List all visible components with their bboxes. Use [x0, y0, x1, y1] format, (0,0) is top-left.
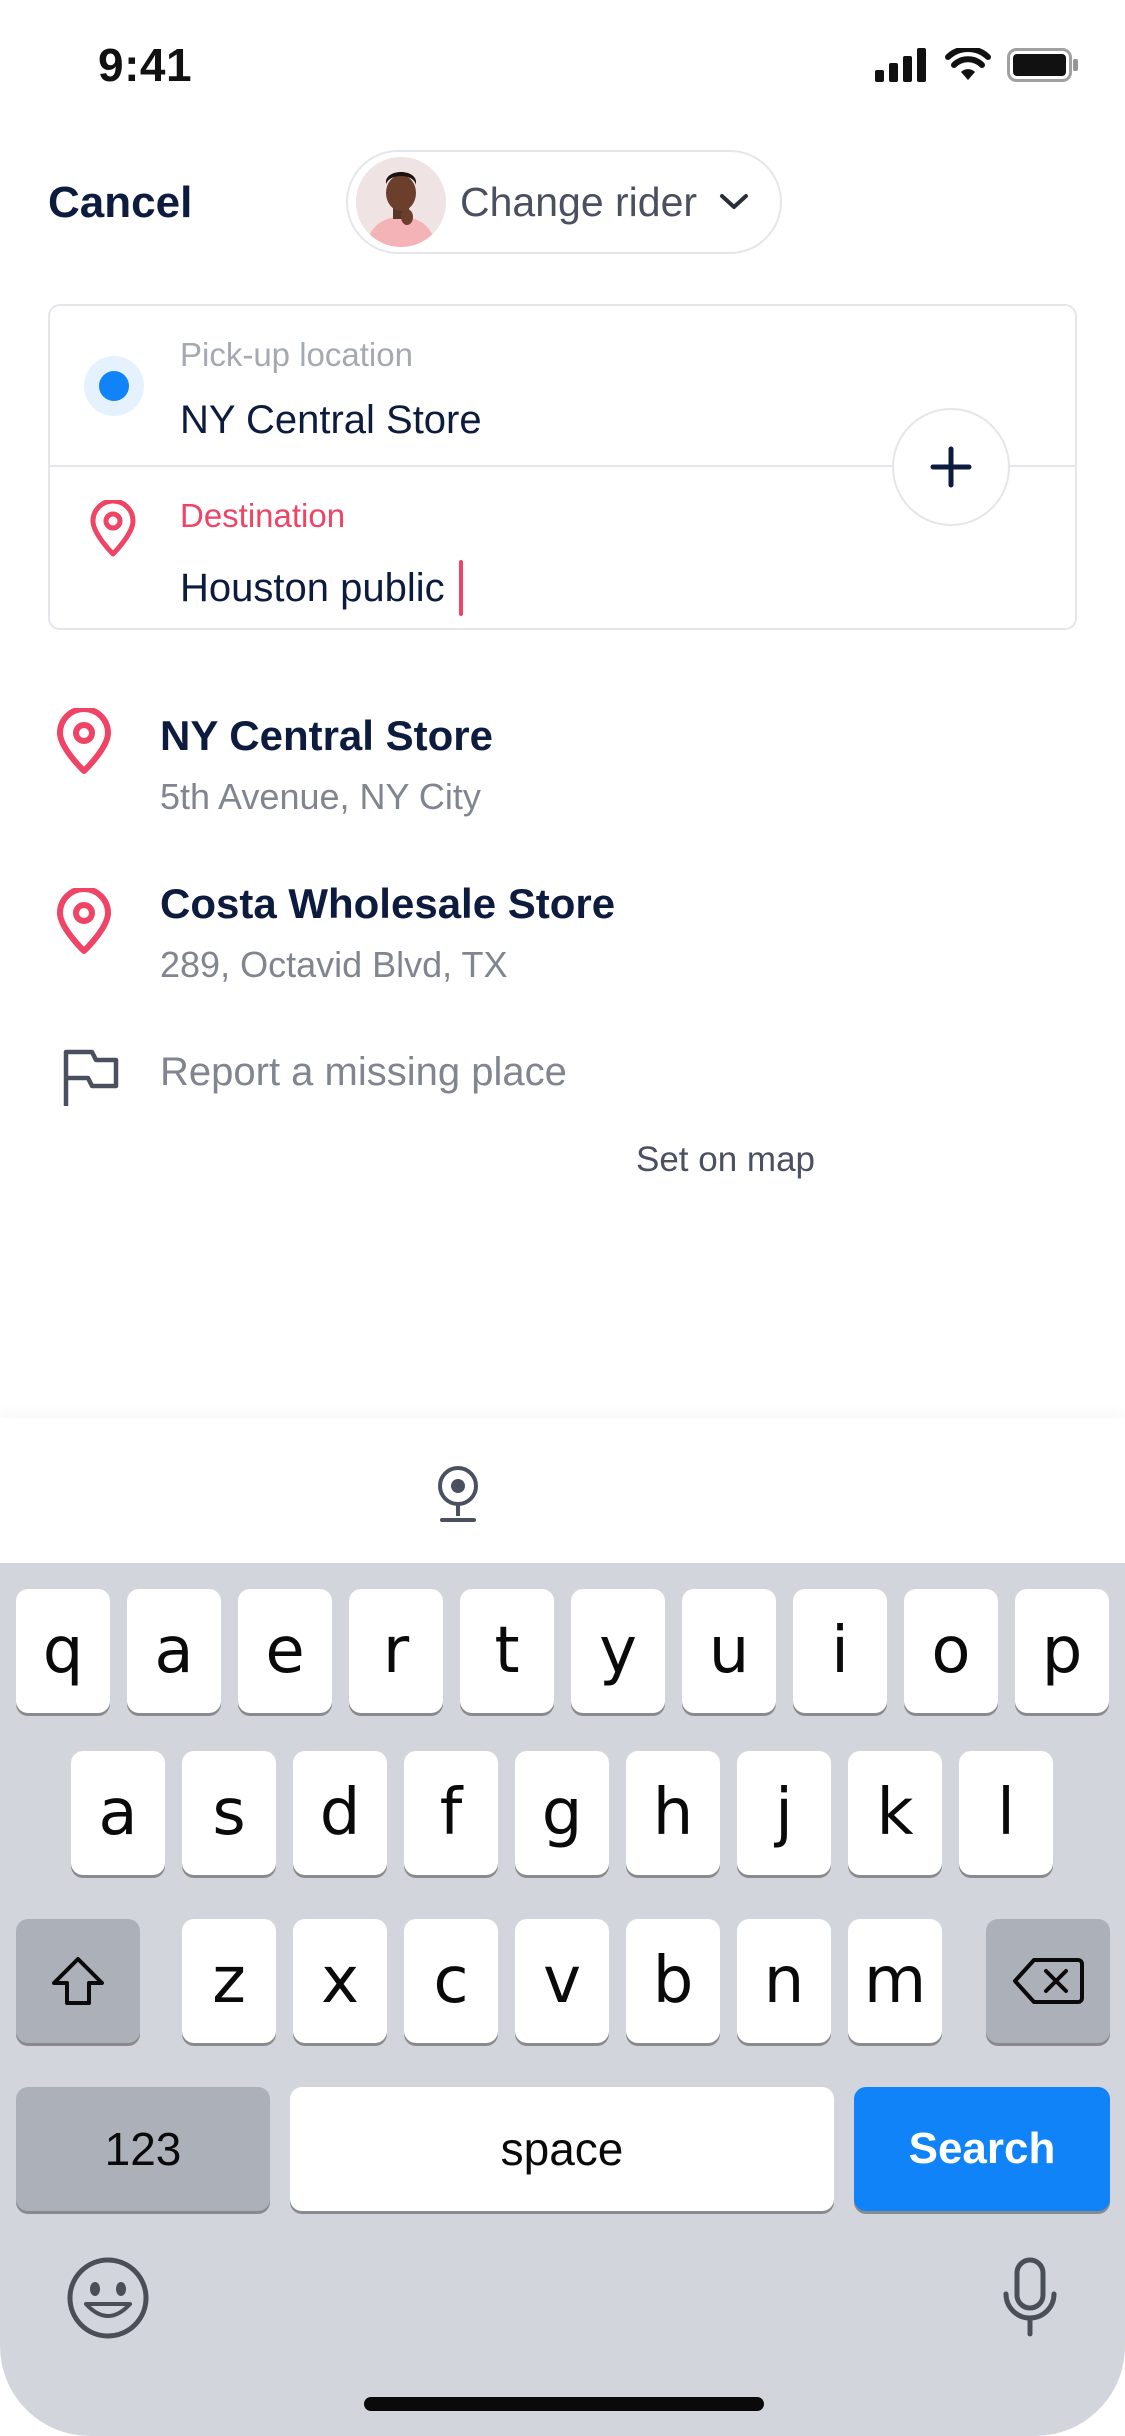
backspace-icon	[1013, 1958, 1084, 2004]
key[interactable]: h	[626, 1751, 720, 1875]
location-pin-icon	[57, 888, 111, 954]
key[interactable]: a	[127, 1589, 221, 1713]
pickup-field[interactable]: NY Central Store	[180, 398, 482, 443]
numbers-key[interactable]: 123	[16, 2087, 270, 2211]
status-icons	[875, 48, 1079, 82]
change-rider-label: Change rider	[460, 178, 698, 225]
key[interactable]: q	[16, 1589, 110, 1713]
key[interactable]: k	[848, 1751, 942, 1875]
key[interactable]: o	[904, 1589, 998, 1713]
key[interactable]: e	[238, 1589, 332, 1713]
key[interactable]: m	[848, 1919, 942, 2043]
plus-icon	[930, 446, 972, 488]
pickup-label: Pick-up location	[180, 336, 413, 373]
destination-label: Destination	[180, 497, 346, 534]
space-key[interactable]: space	[290, 2087, 834, 2211]
pickup-dot-center	[99, 371, 129, 401]
wifi-icon	[945, 48, 991, 80]
result-title[interactable]: Costa Wholesale Store	[160, 880, 615, 928]
key[interactable]: j	[737, 1751, 831, 1875]
emoji-icon[interactable]	[66, 2256, 150, 2340]
keyboard: q a e r t y u i o p a s d f g h j k l z …	[0, 1563, 1125, 2436]
destination-value: Houston public	[180, 565, 445, 610]
destination-pin-icon	[90, 500, 136, 557]
set-on-map-link[interactable]: Set on map	[636, 1140, 815, 1180]
key[interactable]: z	[182, 1919, 276, 2043]
key[interactable]: a	[71, 1751, 165, 1875]
key[interactable]: p	[1015, 1589, 1109, 1713]
key[interactable]: l	[959, 1751, 1053, 1875]
text-cursor	[458, 560, 463, 616]
key[interactable]: i	[793, 1589, 887, 1713]
key[interactable]: c	[404, 1919, 498, 2043]
key[interactable]: d	[293, 1751, 387, 1875]
shift-icon	[52, 1957, 104, 2005]
avatar	[356, 157, 446, 247]
key[interactable]: x	[293, 1919, 387, 2043]
change-rider-button[interactable]: Change rider	[346, 150, 782, 254]
flag-icon	[63, 1049, 119, 1106]
key[interactable]: n	[737, 1919, 831, 2043]
battery-icon	[1007, 48, 1078, 82]
result-subtitle: 5th Avenue, NY City	[160, 776, 481, 817]
cancel-button[interactable]: Cancel	[48, 178, 192, 228]
key[interactable]: t	[460, 1589, 554, 1713]
location-pin-icon	[57, 708, 111, 774]
key[interactable]: b	[626, 1919, 720, 2043]
chevron-down-icon	[720, 194, 749, 209]
report-missing-place-link[interactable]: Report a missing place	[160, 1050, 567, 1095]
result-subtitle: 289, Octavid Blvd, TX	[160, 944, 508, 985]
status-time: 9:41	[98, 39, 193, 91]
map-pin-drop-icon[interactable]	[436, 1464, 480, 1524]
backspace-key[interactable]	[986, 1919, 1110, 2043]
shift-key[interactable]	[16, 1919, 140, 2043]
key[interactable]: s	[182, 1751, 276, 1875]
result-title[interactable]: NY Central Store	[160, 712, 493, 760]
search-key[interactable]: Search	[854, 2087, 1110, 2211]
key[interactable]: f	[404, 1751, 498, 1875]
key[interactable]: g	[515, 1751, 609, 1875]
key[interactable]: v	[515, 1919, 609, 2043]
signal-icon	[875, 48, 926, 82]
home-indicator	[364, 2397, 764, 2411]
key[interactable]: y	[571, 1589, 665, 1713]
key[interactable]: u	[682, 1589, 776, 1713]
keyboard-accessory-bar	[0, 1418, 1125, 1564]
key[interactable]: r	[349, 1589, 443, 1713]
destination-field[interactable]: Houston public	[180, 560, 463, 616]
add-stop-button[interactable]	[892, 408, 1010, 526]
microphone-icon[interactable]	[1000, 2256, 1060, 2340]
